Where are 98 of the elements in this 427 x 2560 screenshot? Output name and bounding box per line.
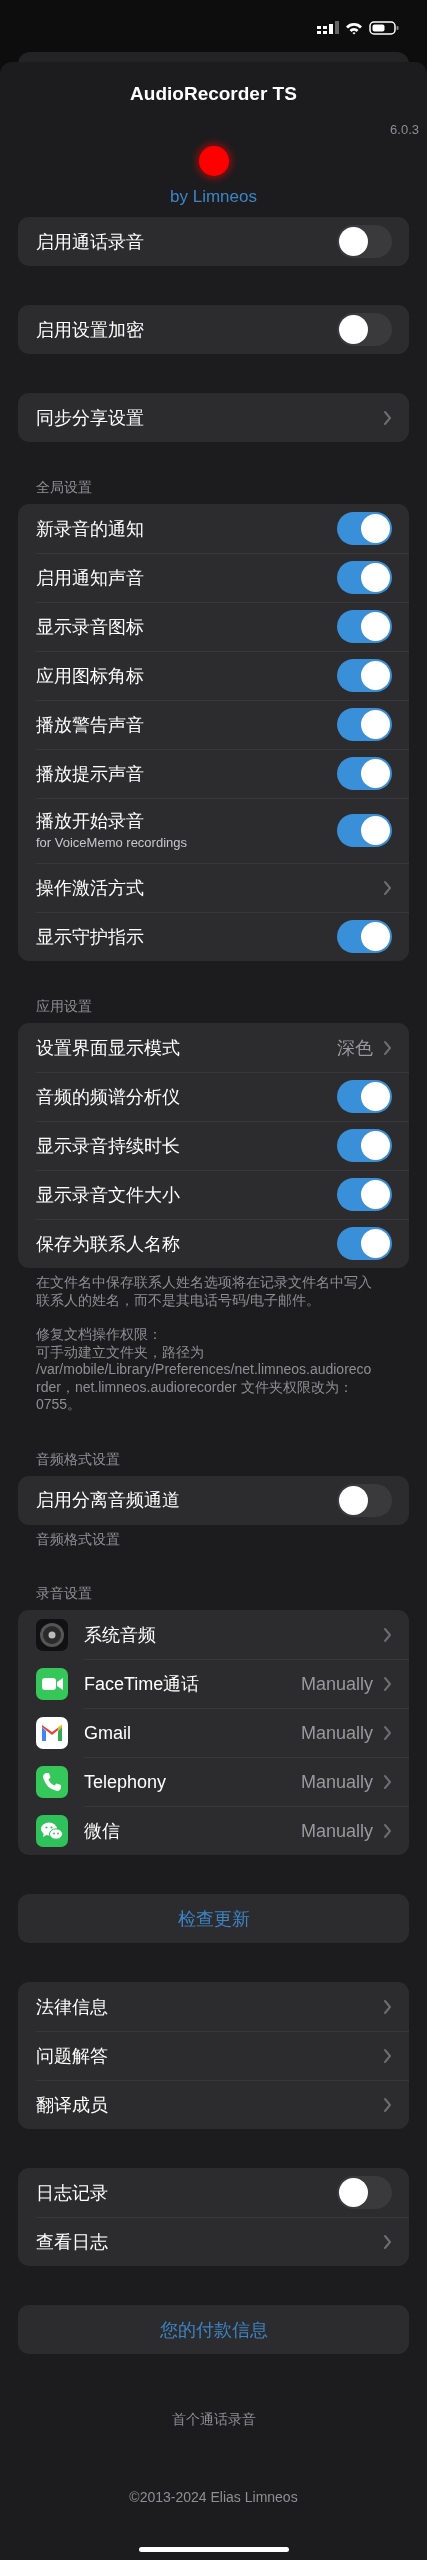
setting-value: Manually bbox=[300, 1770, 373, 1793]
setting-label: 操作激活方式 bbox=[36, 876, 145, 899]
setting-label: 设置界面显示模式 bbox=[36, 1036, 181, 1059]
setting-label: Gmail bbox=[84, 1721, 132, 1744]
setting-label: 查看日志 bbox=[36, 2230, 109, 2253]
chat-bubbles-icon bbox=[36, 1814, 68, 1847]
chevron-icon bbox=[383, 409, 392, 426]
setting-label: 启用通知声音 bbox=[36, 566, 145, 589]
setting-label: 保存为联系人名称 bbox=[36, 1232, 181, 1255]
footer-text: 音频格式设置 bbox=[36, 1530, 121, 1548]
record-dot-icon bbox=[198, 146, 229, 176]
toggle-switch[interactable] bbox=[337, 313, 392, 346]
toggle-switch[interactable] bbox=[337, 659, 392, 692]
chevron-icon bbox=[383, 1998, 392, 2015]
toggle-switch[interactable] bbox=[337, 708, 392, 741]
wifi-icon bbox=[345, 21, 363, 35]
setting-label: 启用设置加密 bbox=[36, 318, 145, 341]
signal-icon bbox=[317, 21, 339, 35]
setting-label: 显示录音持续时长 bbox=[36, 1134, 181, 1157]
list-item[interactable]: FaceTime通话 Manually bbox=[18, 1659, 409, 1708]
setting-label: 播放提示声音 bbox=[36, 762, 145, 785]
setting-label: 播放开始录音 bbox=[36, 810, 145, 832]
battery-icon bbox=[369, 21, 399, 35]
list-item[interactable]: 法律信息 bbox=[18, 1982, 409, 2031]
toggle-switch[interactable] bbox=[337, 920, 392, 953]
toggle-switch[interactable] bbox=[337, 1483, 392, 1517]
chevron-icon bbox=[383, 2233, 392, 2250]
toggle-switch[interactable] bbox=[337, 1178, 392, 1211]
toggle-switch[interactable] bbox=[337, 757, 392, 790]
setting-label: 问题解答 bbox=[36, 2044, 109, 2067]
section-header: 音频格式设置 bbox=[35, 1449, 121, 1468]
app-title: AudioRecorder TS bbox=[130, 82, 297, 106]
chevron-icon bbox=[383, 1626, 392, 1643]
list-item[interactable]: 查看日志 bbox=[18, 2217, 409, 2266]
chevron-icon bbox=[383, 2047, 392, 2064]
phone-icon bbox=[36, 1765, 68, 1798]
section-header: 录音设置 bbox=[35, 1584, 93, 1602]
list-item[interactable]: Gmail Manually bbox=[18, 1708, 409, 1757]
toggle-switch[interactable] bbox=[337, 225, 392, 258]
setting-label: 日志记录 bbox=[36, 2181, 109, 2204]
chevron-icon bbox=[383, 2096, 392, 2113]
chevron-icon bbox=[383, 1724, 392, 1741]
toggle-switch[interactable] bbox=[337, 1129, 392, 1162]
footer-text: 修复文档操作权限： bbox=[36, 1326, 163, 1344]
setting-sublabel: for VoiceMemo recordings bbox=[36, 835, 188, 851]
setting-label: 法律信息 bbox=[36, 1995, 109, 2018]
mail-icon bbox=[36, 1716, 68, 1749]
setting-label: 显示录音文件大小 bbox=[36, 1183, 181, 1206]
list-item[interactable]: 微信 Manually bbox=[18, 1806, 409, 1855]
setting-label: 系统音频 bbox=[84, 1623, 157, 1646]
setting-value: Manually bbox=[300, 1819, 373, 1842]
toggle-switch[interactable] bbox=[337, 2176, 392, 2209]
list-item[interactable]: 操作激活方式 bbox=[18, 863, 409, 912]
setting-label: 播放警告声音 bbox=[36, 713, 145, 736]
setting-label: 应用图标角标 bbox=[36, 664, 145, 687]
toggle-switch[interactable] bbox=[337, 561, 392, 594]
chevron-icon bbox=[383, 1039, 392, 1056]
list-item[interactable]: 翻译成员 bbox=[18, 2080, 409, 2129]
speaker-icon bbox=[36, 1618, 68, 1651]
setting-label: 音频的频谱分析仪 bbox=[36, 1085, 181, 1108]
list-item[interactable]: 问题解答 bbox=[18, 2031, 409, 2080]
setting-value: Manually bbox=[300, 1721, 373, 1744]
list-item[interactable]: Telephony Manually bbox=[18, 1757, 409, 1806]
copyright-text: ©2013-2024 Elias Limneos bbox=[129, 2488, 298, 2506]
list-item[interactable]: 系统音频 bbox=[18, 1610, 409, 1659]
setting-label: 微信 bbox=[84, 1819, 121, 1842]
caption-text: 首个通话录音 bbox=[171, 2410, 256, 2428]
footer-text: 可手动建立文件夹，路径为 /var/mobile/Library/Preferences/net.limneos.audiorecorder，net.limneos.audiorecorder 文件夹权限改为：0755。 bbox=[36, 1343, 373, 1414]
action-button[interactable]: 您的付款信息 bbox=[151, 2313, 276, 2346]
chevron-icon bbox=[383, 1822, 392, 1839]
toggle-switch[interactable] bbox=[337, 1080, 392, 1113]
setting-value: Manually bbox=[300, 1672, 373, 1695]
footer-text: 在文件名中保存联系人姓名选项将在记录文件名中写入联系人的姓名，而不是其电话号码/电子邮件。 bbox=[36, 1274, 373, 1309]
chevron-icon bbox=[383, 1675, 392, 1692]
author-link[interactable]: by Limneos bbox=[170, 186, 257, 208]
setting-label: FaceTime通话 bbox=[84, 1672, 201, 1695]
chevron-icon bbox=[383, 879, 392, 896]
action-button[interactable]: 检查更新 bbox=[169, 1902, 258, 1935]
toggle-switch[interactable] bbox=[337, 1227, 392, 1260]
section-header: 全局设置 bbox=[35, 478, 93, 496]
setting-label: 翻译成员 bbox=[36, 2093, 109, 2116]
setting-label: 显示守护指示 bbox=[36, 925, 145, 948]
list-item[interactable]: 同步分享设置 bbox=[18, 393, 409, 442]
setting-label: 启用分离音频通道 bbox=[36, 1489, 181, 1511]
chevron-icon bbox=[383, 1773, 392, 1790]
toggle-switch[interactable] bbox=[337, 814, 392, 847]
setting-label: 新录音的通知 bbox=[36, 517, 145, 540]
list-item[interactable]: 设置界面显示模式 深色 bbox=[18, 1023, 409, 1072]
setting-label: 显示录音图标 bbox=[36, 615, 145, 638]
section-header: 应用设置 bbox=[35, 997, 93, 1015]
toggle-switch[interactable] bbox=[337, 512, 392, 545]
setting-label: Telephony bbox=[84, 1770, 168, 1793]
video-camera-icon bbox=[36, 1667, 68, 1700]
setting-value: 深色 bbox=[337, 1036, 373, 1059]
version-label: 6.0.3 bbox=[390, 122, 419, 138]
toggle-switch[interactable] bbox=[337, 610, 392, 643]
setting-label: 同步分享设置 bbox=[36, 406, 145, 429]
setting-label: 启用通话录音 bbox=[36, 230, 145, 253]
